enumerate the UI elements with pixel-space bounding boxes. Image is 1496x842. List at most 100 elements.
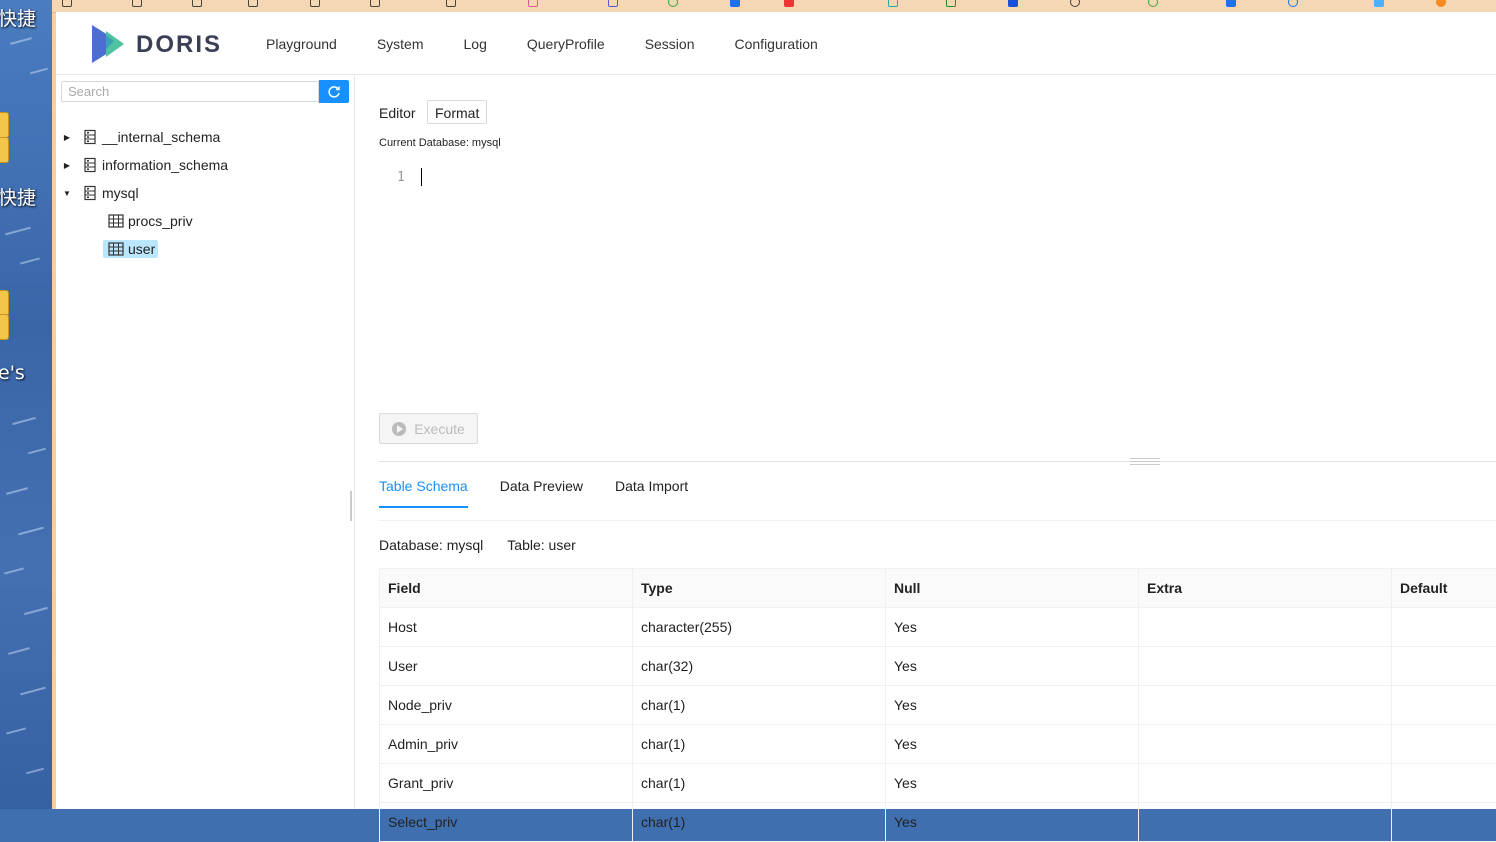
search-input[interactable]: [61, 81, 319, 102]
editor-label: Editor: [379, 105, 416, 121]
bookmark-item[interactable]: [608, 0, 621, 6]
bookmark-item[interactable]: [784, 0, 797, 6]
tree-node-database[interactable]: ▶ information_schema: [60, 151, 228, 179]
result-tabs: Table Schema Data Preview Data Import: [379, 475, 720, 509]
nav-session[interactable]: Session: [625, 12, 715, 74]
desktop-label: 快捷: [0, 183, 36, 210]
execute-button[interactable]: Execute: [379, 413, 478, 444]
bookmark-item[interactable]: [1288, 0, 1301, 6]
cell-default: [1392, 725, 1496, 764]
query-editor-panel: Editor Format Current Database: mysql 1 …: [355, 75, 1496, 809]
bookmark-item[interactable]: [946, 0, 959, 6]
tree-node-label: mysql: [102, 185, 139, 201]
table-row: Grant_priv char(1) Yes: [380, 764, 1496, 803]
schema-meta: Database: mysql Table: user: [379, 537, 600, 553]
cell-field: Grant_priv: [380, 764, 633, 803]
cell-extra: [1139, 764, 1392, 803]
cell-null: Yes: [886, 725, 1139, 764]
cell-null: Yes: [886, 647, 1139, 686]
sql-editor-area[interactable]: [415, 163, 1495, 393]
sidebar-resize-handle[interactable]: [350, 491, 352, 521]
nav-system[interactable]: System: [357, 12, 444, 74]
desktop-folder-icon[interactable]: [0, 112, 9, 138]
bookmark-item[interactable]: [668, 0, 681, 6]
column-header[interactable]: Default: [1392, 569, 1496, 608]
tab-data-import[interactable]: Data Import: [615, 475, 688, 508]
table-row: Admin_priv char(1) Yes: [380, 725, 1496, 764]
nav-queryprofile[interactable]: QueryProfile: [507, 12, 625, 74]
cell-extra: [1139, 725, 1392, 764]
cell-type: char(1): [633, 686, 886, 725]
column-header[interactable]: Field: [380, 569, 633, 608]
refresh-icon: [327, 85, 341, 99]
cell-field: Admin_priv: [380, 725, 633, 764]
bookmark-item[interactable]: [1436, 0, 1449, 6]
cell-default: [1392, 686, 1496, 725]
desktop-folder-icon[interactable]: [0, 314, 9, 340]
bookmark-item[interactable]: [1226, 0, 1239, 6]
tab-table-schema[interactable]: Table Schema: [379, 475, 468, 508]
bookmark-item[interactable]: [192, 0, 205, 6]
cell-null: Yes: [886, 608, 1139, 647]
cell-type: char(1): [633, 725, 886, 764]
doris-app: DORIS Playground System Log QueryProfile…: [56, 12, 1496, 809]
cell-field: User: [380, 647, 633, 686]
caret-right-icon[interactable]: ▶: [60, 133, 74, 142]
nav-configuration[interactable]: Configuration: [715, 12, 838, 74]
tree-node-table-selected[interactable]: user: [103, 235, 158, 263]
cell-null: Yes: [886, 686, 1139, 725]
cell-default: [1392, 647, 1496, 686]
bookmark-item[interactable]: [62, 0, 75, 6]
caret-right-icon[interactable]: ▶: [60, 161, 74, 170]
cell-extra: [1139, 647, 1392, 686]
refresh-button[interactable]: [319, 80, 349, 103]
bookmark-item[interactable]: [1148, 0, 1161, 6]
bookmark-item[interactable]: [310, 0, 323, 6]
desktop-folder-icon[interactable]: [0, 290, 9, 316]
search-box: [61, 81, 349, 104]
column-header[interactable]: Extra: [1139, 569, 1392, 608]
bookmark-item[interactable]: [1008, 0, 1021, 6]
column-header[interactable]: Null: [886, 569, 1139, 608]
format-button[interactable]: Format: [427, 100, 487, 124]
bookmark-item[interactable]: [1070, 0, 1083, 6]
table-header-row: Field Type Null Extra Default: [380, 569, 1496, 608]
bookmark-item[interactable]: [370, 0, 383, 6]
bookmark-item[interactable]: [730, 0, 743, 6]
desktop-background: 快捷 快捷 e's: [0, 0, 52, 809]
tree-node-table[interactable]: procs_priv: [103, 207, 196, 235]
bookmark-item[interactable]: [248, 0, 261, 6]
nav-playground[interactable]: Playground: [246, 12, 357, 74]
cell-field: Select_priv: [380, 803, 633, 842]
cell-type: char(1): [633, 764, 886, 803]
nav-log[interactable]: Log: [444, 12, 507, 74]
bookmark-item[interactable]: [1374, 0, 1387, 6]
cell-field: Host: [380, 608, 633, 647]
bookmark-item[interactable]: [888, 0, 901, 6]
tree-node-database[interactable]: ▶ __internal_schema: [60, 123, 220, 151]
tree-node-database[interactable]: ▼ mysql: [60, 179, 139, 207]
doris-logo[interactable]: DORIS: [88, 21, 228, 67]
bookmark-item[interactable]: [446, 0, 459, 6]
column-header[interactable]: Type: [633, 569, 886, 608]
caret-down-icon[interactable]: ▼: [60, 189, 74, 198]
tree-node-label: user: [128, 241, 155, 257]
table-row: Host character(255) Yes: [380, 608, 1496, 647]
line-number: 1: [397, 170, 405, 185]
bookmark-item[interactable]: [528, 0, 541, 6]
database-sidebar: ▶ __internal_schema ▶ information_schema…: [56, 75, 355, 809]
play-icon: [392, 422, 406, 436]
desktop-folder-icon[interactable]: [0, 137, 9, 163]
cell-extra: [1139, 686, 1392, 725]
table-row: Select_priv char(1) Yes: [380, 803, 1496, 842]
table-row: User char(32) Yes: [380, 647, 1496, 686]
resize-handle[interactable]: [1130, 458, 1160, 465]
cell-default: [1392, 803, 1496, 842]
main-nav: Playground System Log QueryProfile Sessi…: [246, 12, 838, 74]
top-header: DORIS Playground System Log QueryProfile…: [56, 12, 1496, 75]
tab-data-preview[interactable]: Data Preview: [500, 475, 583, 508]
execute-label: Execute: [414, 421, 465, 437]
bookmark-item[interactable]: [132, 0, 145, 6]
tabs-underline: [379, 520, 1496, 521]
table-name-label: Table: user: [507, 537, 575, 553]
